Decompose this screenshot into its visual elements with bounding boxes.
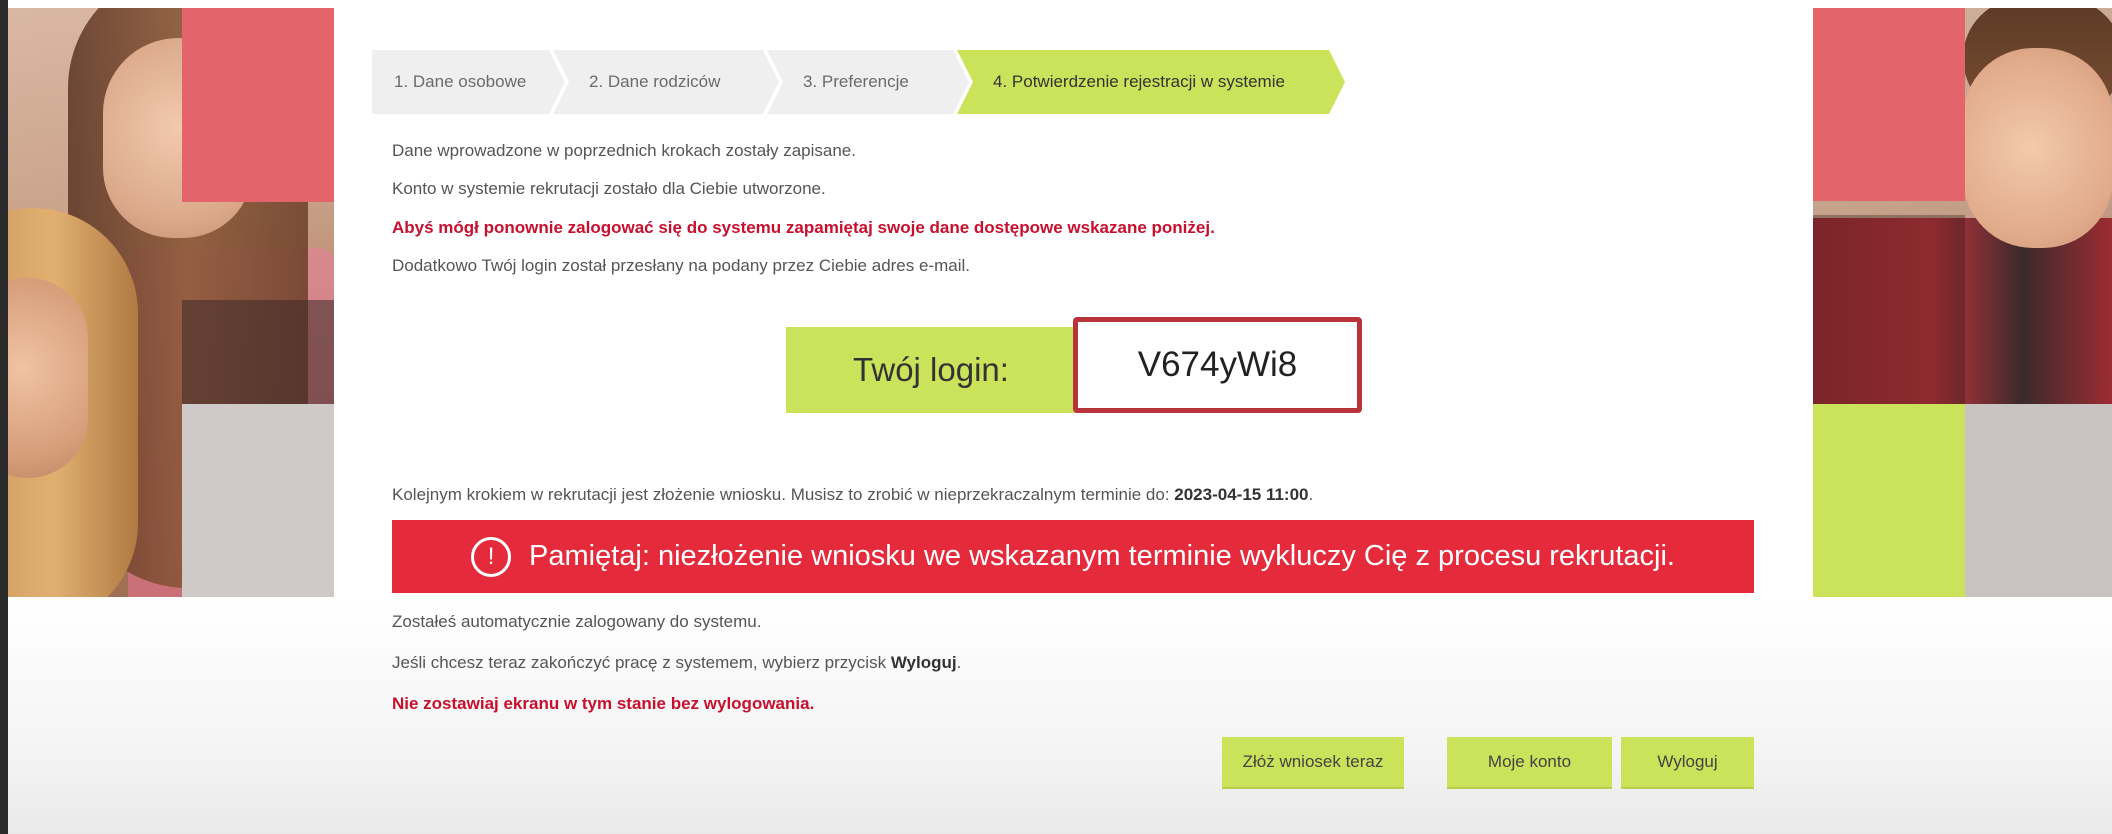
logout-hint-text: Jeśli chcesz teraz zakończyć pracę z sys… — [392, 653, 891, 672]
left-grey-tile — [182, 404, 334, 597]
step-confirmation-active[interactable]: 4. Potwierdzenie rejestracji w systemie — [957, 50, 1345, 114]
step-label: 4. Potwierdzenie rejestracji w systemie — [993, 72, 1285, 91]
deadline-alert-banner: ! Pamiętaj: niezłożenie wniosku we wskaz… — [392, 520, 1754, 593]
auto-login-info: Zostałeś automatycznie zalogowany do sys… — [392, 612, 762, 631]
left-red-tile — [182, 8, 334, 202]
logout-hint-bold: Wyloguj — [890, 653, 957, 672]
saved-info: Dane wprowadzone w poprzednich krokach z… — [392, 141, 856, 160]
login-label: Twój login: — [786, 327, 1076, 413]
deadline-text: Kolejnym krokiem w rekrutacji jest złoże… — [392, 485, 1175, 504]
logout-warning: Nie zostawiaj ekranu w tym stanie bez wy… — [392, 694, 815, 713]
deadline-suffix: . — [1308, 485, 1314, 504]
registration-steps: 1. Dane osobowe 2. Dane rodziców 3. Pref… — [372, 50, 1333, 114]
step-label: 1. Dane osobowe — [394, 72, 527, 91]
step-preferences[interactable]: 3. Preferencje — [767, 50, 969, 114]
step-label: 2. Dane rodziców — [589, 72, 721, 91]
logout-hint-suffix: . — [956, 653, 962, 672]
remember-credentials-warning: Abyś mógł ponownie zalogować się do syst… — [392, 218, 1215, 237]
deadline-date: 2023-04-15 11:00 — [1174, 485, 1309, 504]
step-label: 3. Preferencje — [803, 72, 909, 91]
right-green-tile — [1813, 404, 1965, 597]
logout-button[interactable]: Wyloguj — [1621, 737, 1754, 789]
window-edge — [0, 0, 8, 834]
page-frame: 1. Dane osobowe 2. Dane rodziców 3. Pref… — [0, 0, 2112, 834]
left-dark-tile — [182, 300, 334, 404]
exclamation-circle-icon: ! — [471, 536, 512, 577]
submit-application-button[interactable]: Złóż wniosek teraz — [1222, 737, 1404, 789]
step-parents-data[interactable]: 2. Dane rodziców — [553, 50, 779, 114]
logout-hint: Jeśli chcesz teraz zakończyć pracę z sys… — [392, 653, 961, 673]
alert-text: Pamiętaj: niezłożenie wniosku we wskazan… — [529, 540, 1675, 572]
right-grey-tile — [1965, 404, 2112, 597]
my-account-button[interactable]: Moje konto — [1447, 737, 1612, 789]
account-created-info: Konto w systemie rekrutacji zostało dla … — [392, 179, 826, 198]
login-value: V674yWi8 — [1073, 317, 1362, 413]
step-personal-data[interactable]: 1. Dane osobowe — [372, 50, 565, 114]
right-red-tile — [1813, 8, 1965, 201]
right-dark-tile — [1813, 215, 1965, 405]
login-emailed-info: Dodatkowo Twój login został przesłany na… — [392, 256, 970, 275]
registration-confirmation-panel: 1. Dane osobowe 2. Dane rodziców 3. Pref… — [334, 8, 1813, 834]
deadline-info: Kolejnym krokiem w rekrutacji jest złoże… — [392, 485, 1313, 505]
